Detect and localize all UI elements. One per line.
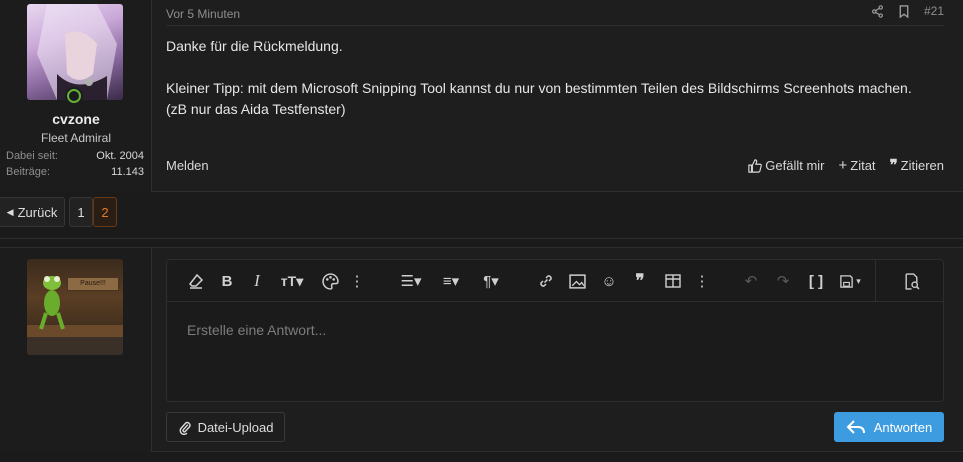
thumbs-up-icon — [748, 158, 763, 173]
reply-textarea[interactable]: Erstelle eine Antwort... — [187, 322, 326, 338]
emoji-icon[interactable]: ☺ — [598, 270, 620, 292]
post-paragraph: Kleiner Tipp: mit dem Microsoft Snipping… — [166, 80, 912, 117]
quote-button[interactable]: ❞ Zitieren — [890, 158, 944, 173]
online-status-icon — [65, 87, 83, 105]
preview-icon[interactable] — [900, 270, 922, 292]
eraser-icon[interactable] — [185, 270, 207, 292]
reply-arrow-icon — [846, 420, 865, 434]
quote-icon: ❞ — [889, 157, 898, 174]
frog-illustration — [39, 276, 65, 330]
plus-icon: + — [838, 157, 848, 174]
file-upload-button[interactable]: Datei-Upload — [166, 412, 285, 442]
submit-reply-label: Antworten — [873, 419, 933, 435]
text-size-icon[interactable]: тT▾ — [275, 270, 309, 292]
ground-shape — [27, 337, 123, 355]
reply-avatar[interactable]: Pause!!! — [27, 259, 123, 355]
post-main: Vor 5 Minuten #21 Danke für die Rückmeld… — [166, 0, 944, 192]
quote-block-icon[interactable]: ❞ — [628, 270, 652, 292]
like-button[interactable]: Gefällt mir — [748, 158, 825, 173]
bookmark-icon[interactable] — [898, 4, 910, 18]
reply-editor: B I тT▾ ⋮ ☰▾ ≡▾ ¶▾ ☺ ❞ ⋮ ↶ ↷ [ ] ▾ Erste… — [166, 259, 944, 402]
paperclip-icon — [179, 421, 191, 435]
stat-label: Beiträge: — [6, 166, 51, 178]
post-date[interactable]: Vor 5 Minuten — [166, 7, 240, 21]
page-link-2-current[interactable]: 2 — [93, 197, 117, 227]
post-user-cell: cvzone Fleet Admiral Dabei seit: Okt. 20… — [0, 0, 152, 192]
prev-page-label: Zurück — [17, 204, 58, 220]
username[interactable]: cvzone — [0, 111, 152, 127]
prev-page-button[interactable]: ◀ Zurück — [0, 197, 65, 227]
like-label: Gefällt mir — [765, 158, 825, 173]
post-footer: Melden Gefällt mir + Zitat ❞ Zitieren — [166, 158, 944, 173]
link-icon[interactable] — [535, 270, 557, 292]
more-text-options-icon[interactable]: ⋮ — [350, 270, 365, 292]
user-title: Fleet Admiral — [40, 131, 112, 145]
bbcode-toggle-icon[interactable]: [ ] — [805, 270, 827, 292]
user-stat-joined: Dabei seit: Okt. 2004 — [6, 150, 144, 162]
quick-reply: Pause!!! B I тT▾ ⋮ ☰▾ ≡▾ ¶▾ ☺ ❞ ⋮ ↶ ↷ [… — [0, 247, 963, 452]
stat-value: 11.143 — [111, 166, 144, 178]
more-insert-options-icon[interactable]: ⋮ — [695, 270, 710, 292]
add-quote-button[interactable]: + Zitat — [839, 158, 876, 173]
submit-reply-button[interactable]: Antworten — [834, 412, 944, 442]
share-icon[interactable] — [871, 4, 884, 18]
page-link-1[interactable]: 1 — [69, 197, 93, 227]
stat-value: Okt. 2004 — [96, 150, 144, 162]
post-body: Danke für die Rückmeldung. Kleiner Tipp:… — [166, 36, 936, 141]
user-avatar[interactable] — [27, 4, 123, 100]
caret-left-icon: ◀ — [6, 206, 14, 217]
pagination: ◀ Zurück 1 2 — [0, 197, 117, 227]
bold-icon[interactable]: B — [217, 270, 237, 292]
list-icon[interactable]: ☰▾ — [395, 270, 427, 292]
quote-label: Zitieren — [900, 158, 944, 173]
section-divider — [0, 238, 963, 239]
reply-user-cell: Pause!!! — [0, 248, 152, 452]
editor-toolbar: B I тT▾ ⋮ ☰▾ ≡▾ ¶▾ ☺ ❞ ⋮ ↶ ↷ [ ] ▾ — [167, 260, 943, 302]
toolbar-separator — [875, 260, 876, 302]
avatar-illustration — [37, 4, 117, 100]
post-header-divider — [166, 25, 944, 26]
post-number[interactable]: #21 — [924, 4, 944, 18]
post-actions: Gefällt mir + Zitat ❞ Zitieren — [748, 158, 944, 173]
align-icon[interactable]: ≡▾ — [435, 270, 467, 292]
palette-icon[interactable] — [319, 270, 341, 292]
report-link[interactable]: Melden — [166, 158, 209, 173]
redo-icon[interactable]: ↷ — [772, 270, 794, 292]
post-paragraph: Danke für die Rückmeldung. — [166, 38, 343, 54]
undo-icon[interactable]: ↶ — [740, 270, 762, 292]
post-tools: #21 — [871, 4, 944, 18]
draft-save-icon[interactable]: ▾ — [834, 270, 866, 292]
stat-label: Dabei seit: — [6, 150, 58, 162]
avatar-sign: Pause!!! — [67, 277, 119, 291]
file-upload-label: Datei-Upload — [197, 419, 274, 435]
paragraph-icon[interactable]: ¶▾ — [475, 270, 507, 292]
italic-icon[interactable]: I — [247, 270, 267, 292]
post-message: cvzone Fleet Admiral Dabei seit: Okt. 20… — [0, 0, 963, 192]
add-quote-label: Zitat — [850, 158, 876, 173]
table-icon[interactable] — [662, 270, 684, 292]
user-stat-posts: Beiträge: 11.143 — [6, 166, 144, 178]
image-icon[interactable] — [566, 270, 588, 292]
